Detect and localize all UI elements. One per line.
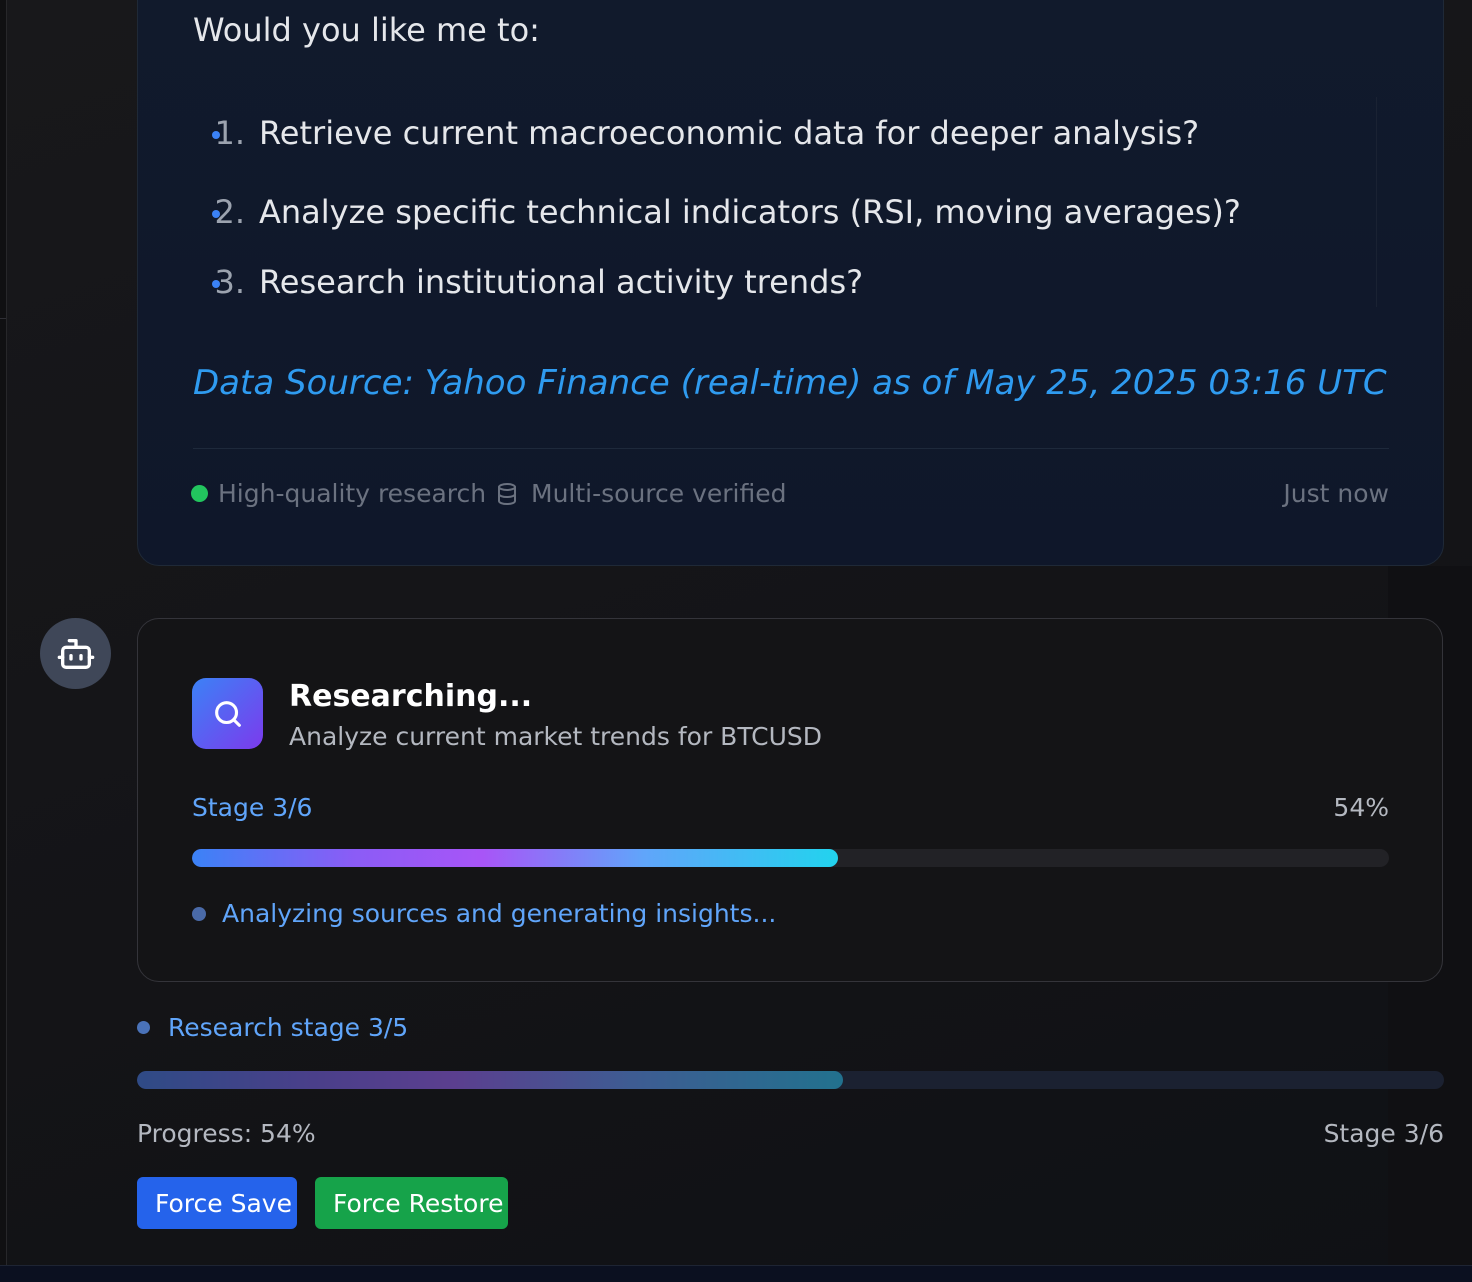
footer-divider: [193, 448, 1389, 449]
stage-counter: Stage 3/6: [1323, 1119, 1444, 1148]
avatar: [40, 618, 111, 689]
message-footer: High-quality research Multi-source verif…: [191, 479, 1389, 513]
search-icon: [214, 700, 241, 727]
bullet-dot: [212, 280, 220, 288]
stage-label: Stage 3/6: [192, 793, 313, 822]
research-title: Researching...: [289, 679, 533, 714]
status-dot-icon: [192, 906, 206, 921]
rail-tick: [0, 318, 6, 319]
bot-icon: [57, 638, 94, 669]
quality-label: High-quality research: [218, 479, 487, 508]
chat-window: Would you like me to: 1. Retrieve curren…: [0, 0, 1472, 1282]
overall-progress-bar: [137, 1071, 1444, 1089]
database-icon: [498, 482, 516, 505]
verified-indicator: Multi-source verified: [495, 479, 787, 508]
list-divider: [1376, 97, 1377, 307]
research-progress-card: Researching... Analyze current market tr…: [137, 618, 1443, 982]
status-dot-icon: [137, 1021, 150, 1034]
research-status: Analyzing sources and generating insight…: [192, 899, 776, 928]
message-timestamp: Just now: [1283, 479, 1389, 508]
progress-fill: [137, 1071, 843, 1089]
status-text: Analyzing sources and generating insight…: [222, 899, 777, 928]
verified-label: Multi-source verified: [531, 479, 787, 508]
assistant-message-card: Would you like me to: 1. Retrieve curren…: [137, 0, 1444, 566]
list-text: Research institutional activity trends?: [259, 263, 864, 301]
bullet-dot: [212, 131, 220, 139]
progress-label: Progress: 54%: [137, 1119, 316, 1148]
percent-label: 54%: [1333, 793, 1389, 822]
force-save-button[interactable]: Force Save: [137, 1177, 297, 1229]
research-stage-text: Research stage 3/5: [168, 1013, 409, 1042]
quality-indicator: High-quality research: [191, 479, 486, 508]
left-rail: [0, 0, 7, 1282]
research-icon-tile: [192, 678, 263, 749]
bullet-dot: [212, 210, 220, 218]
message-intro: Would you like me to:: [193, 11, 540, 49]
list-text: Retrieve current macroeconomic data for …: [259, 114, 1200, 152]
status-dot-icon: [191, 485, 208, 502]
bottom-bar: [0, 1265, 1472, 1282]
research-stage-indicator: Research stage 3/5: [137, 1013, 408, 1042]
force-restore-button[interactable]: Force Restore: [315, 1177, 508, 1229]
progress-fill: [192, 849, 839, 867]
research-query: Analyze current market trends for BTCUSD: [289, 722, 823, 751]
list-text: Analyze specific technical indicators (R…: [259, 193, 1241, 231]
research-progress-bar: [192, 849, 1389, 867]
data-source-note: Data Source: Yahoo Finance (real-time) a…: [193, 363, 1387, 403]
